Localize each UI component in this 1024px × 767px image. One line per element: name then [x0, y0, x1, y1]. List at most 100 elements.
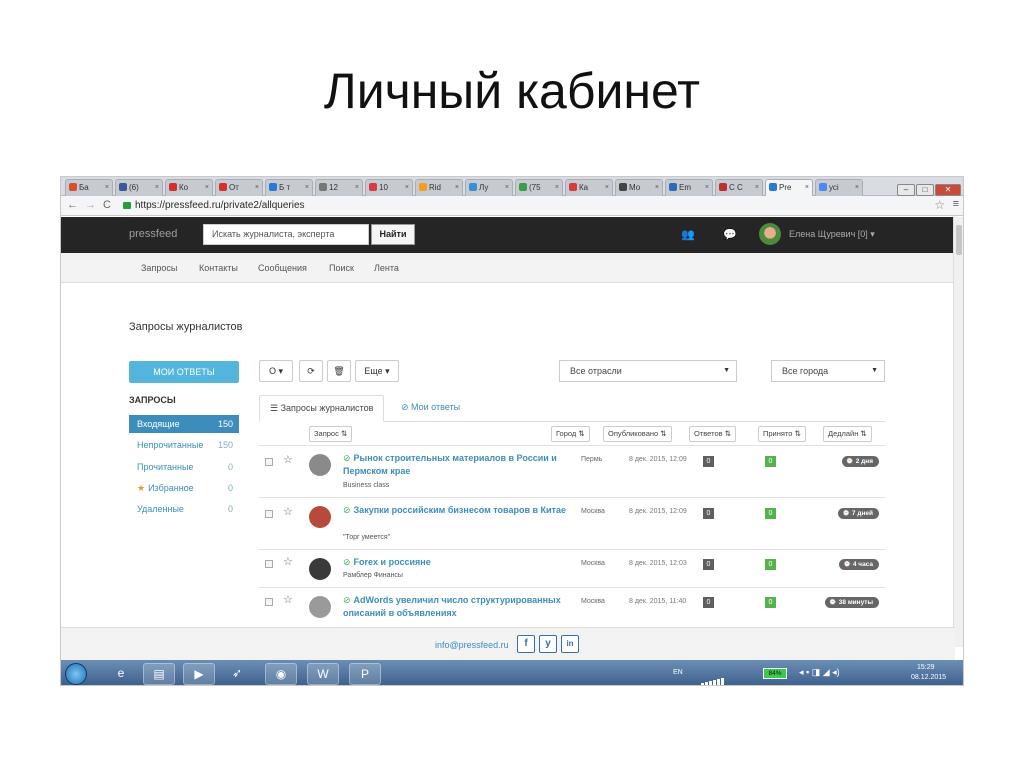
row-checkbox[interactable] [265, 560, 273, 568]
media-player-icon[interactable]: ▶ [183, 663, 215, 685]
tab-close-icon[interactable]: × [155, 180, 159, 195]
tab-journalist-requests[interactable]: ☰ Запросы журналистов [259, 395, 385, 422]
table-row[interactable]: ☆ ⊘ AdWords увеличил число структурирован… [259, 587, 885, 627]
menu-item-search[interactable]: Поиск [329, 263, 354, 273]
facebook-icon[interactable]: f [517, 635, 535, 653]
tab-close-icon[interactable]: × [705, 180, 709, 195]
start-button[interactable] [65, 663, 87, 685]
messages-icon[interactable]: 💬 [723, 228, 737, 241]
select-dropdown-button[interactable]: O ▾ [259, 360, 293, 382]
favorite-star-icon[interactable]: ☆ [283, 555, 293, 568]
app-bird-icon[interactable]: ➶ [221, 663, 253, 685]
tab-close-icon[interactable]: × [605, 180, 609, 195]
my-answers-button[interactable]: МОИ ОТВЕТЫ [129, 361, 239, 383]
word-icon[interactable]: W [307, 663, 339, 685]
page-scrollbar[interactable] [953, 217, 963, 647]
row-checkbox[interactable] [265, 458, 273, 466]
refresh-icon[interactable]: ⟳ [299, 360, 323, 382]
search-button[interactable]: Найти [371, 224, 415, 245]
industry-select[interactable]: Все отрасли ▼ [559, 360, 737, 382]
tab-close-icon[interactable]: × [205, 180, 209, 195]
forward-icon[interactable]: → [85, 199, 96, 211]
table-row[interactable]: ☆ ⊘ Закупки российским бизнесом товаров в… [259, 497, 885, 549]
maximize-button[interactable]: □ [916, 184, 934, 196]
scrollbar-thumb[interactable] [956, 225, 962, 255]
explorer-icon[interactable]: ▤ [143, 663, 175, 685]
close-window-button[interactable]: ✕ [935, 184, 961, 196]
browser-tab[interactable]: усі × [815, 179, 863, 196]
browser-tab[interactable]: Ко × [165, 179, 213, 196]
ie-icon[interactable]: e [105, 663, 137, 685]
row-checkbox[interactable] [265, 598, 273, 606]
tab-close-icon[interactable]: × [505, 180, 509, 195]
sidebar-item-favorites[interactable]: ★ Избранное 0 [129, 479, 239, 497]
tab-close-icon[interactable]: × [355, 180, 359, 195]
menu-item-messages[interactable]: Сообщения [258, 263, 307, 273]
column-header-request[interactable]: Запрос ⇅ [309, 426, 353, 442]
column-header-city[interactable]: Город ⇅ [551, 426, 590, 442]
user-avatar[interactable] [759, 223, 781, 245]
request-title[interactable]: ⊘ Рынок строительных материалов в России … [343, 452, 579, 478]
tab-close-icon[interactable]: × [755, 180, 759, 195]
tab-close-icon[interactable]: × [455, 180, 459, 195]
menu-item-feed[interactable]: Лента [374, 263, 399, 273]
browser-tab[interactable]: 10 × [365, 179, 413, 196]
more-button[interactable]: Еще ▾ [355, 360, 399, 382]
sidebar-item-unread[interactable]: Непрочитанные 150 [129, 436, 239, 454]
tab-close-icon[interactable]: × [855, 180, 859, 195]
browser-tab[interactable]: От × [215, 179, 263, 196]
clock-date[interactable]: 08.12.2015 [911, 674, 946, 681]
favorite-star-icon[interactable]: ☆ [283, 593, 293, 606]
request-title[interactable]: ⊘ Закупки российским бизнесом товаров в К… [343, 504, 579, 517]
chrome-icon[interactable]: ◉ [265, 663, 297, 685]
tab-close-icon[interactable]: × [805, 180, 809, 195]
column-header-deadline[interactable]: Дедлайн ⇅ [823, 426, 872, 442]
url-field[interactable]: https://pressfeed.ru/private2/allqueries [123, 199, 305, 213]
footer-email-link[interactable]: info@pressfeed.ru [435, 640, 509, 650]
sidebar-item-read[interactable]: Прочитанные 0 [129, 458, 239, 476]
row-checkbox[interactable] [265, 510, 273, 518]
signal-strength-icon[interactable] [701, 668, 727, 685]
column-header-published[interactable]: Опубликовано ⇅ [603, 426, 672, 442]
tab-close-icon[interactable]: × [405, 180, 409, 195]
menu-item-contacts[interactable]: Контакты [199, 263, 238, 273]
clock-time[interactable]: 15:29 [917, 664, 935, 671]
sidebar-item-deleted[interactable]: Удаленные 0 [129, 500, 239, 518]
browser-tab[interactable]: Лу × [465, 179, 513, 196]
browser-tab[interactable]: (75 × [515, 179, 563, 196]
tab-close-icon[interactable]: × [655, 180, 659, 195]
table-row[interactable]: ☆ ⊘ Forex и россияне Рамблер Финансы Моск… [259, 549, 885, 587]
browser-tab[interactable]: Rid × [415, 179, 463, 196]
twitter-icon[interactable]: y [539, 635, 557, 653]
request-title[interactable]: ⊘ AdWords увеличил число структурированны… [343, 594, 579, 620]
language-indicator[interactable]: EN [673, 669, 683, 676]
powerpoint-icon[interactable]: P [349, 663, 381, 685]
favorite-star-icon[interactable]: ☆ [283, 505, 293, 518]
linkedin-icon[interactable]: in [561, 635, 579, 653]
back-icon[interactable]: ← [67, 199, 78, 211]
browser-tab[interactable]: С С × [715, 179, 763, 196]
bookmark-star-icon[interactable]: ☆ [934, 198, 945, 212]
trash-icon[interactable]: 🗑 [327, 360, 351, 382]
site-logo[interactable]: pressfeed [129, 228, 177, 240]
tab-close-icon[interactable]: × [305, 180, 309, 195]
sidebar-item-inbox[interactable]: Входящие 150 [129, 415, 239, 433]
reload-icon[interactable]: C [103, 199, 111, 211]
column-header-accepted[interactable]: Принято ⇅ [758, 426, 806, 442]
favorite-star-icon[interactable]: ☆ [283, 453, 293, 466]
tab-close-icon[interactable]: × [105, 180, 109, 195]
minimize-button[interactable]: – [897, 184, 915, 196]
city-select[interactable]: Все города ▼ [771, 360, 885, 382]
browser-tab[interactable]: (6) × [115, 179, 163, 196]
browser-menu-icon[interactable]: ≡ [953, 198, 959, 210]
contacts-icon[interactable]: 👥 [681, 228, 695, 241]
menu-item-requests[interactable]: Запросы [141, 263, 177, 273]
browser-tab[interactable]: Pre × [765, 179, 813, 196]
browser-tab[interactable]: Ба × [65, 179, 113, 196]
tab-close-icon[interactable]: × [255, 180, 259, 195]
browser-tab[interactable]: Мо × [615, 179, 663, 196]
browser-tab[interactable]: Em × [665, 179, 713, 196]
browser-tab[interactable]: 12 × [315, 179, 363, 196]
browser-tab[interactable]: Ка × [565, 179, 613, 196]
browser-tab[interactable]: Б т × [265, 179, 313, 196]
